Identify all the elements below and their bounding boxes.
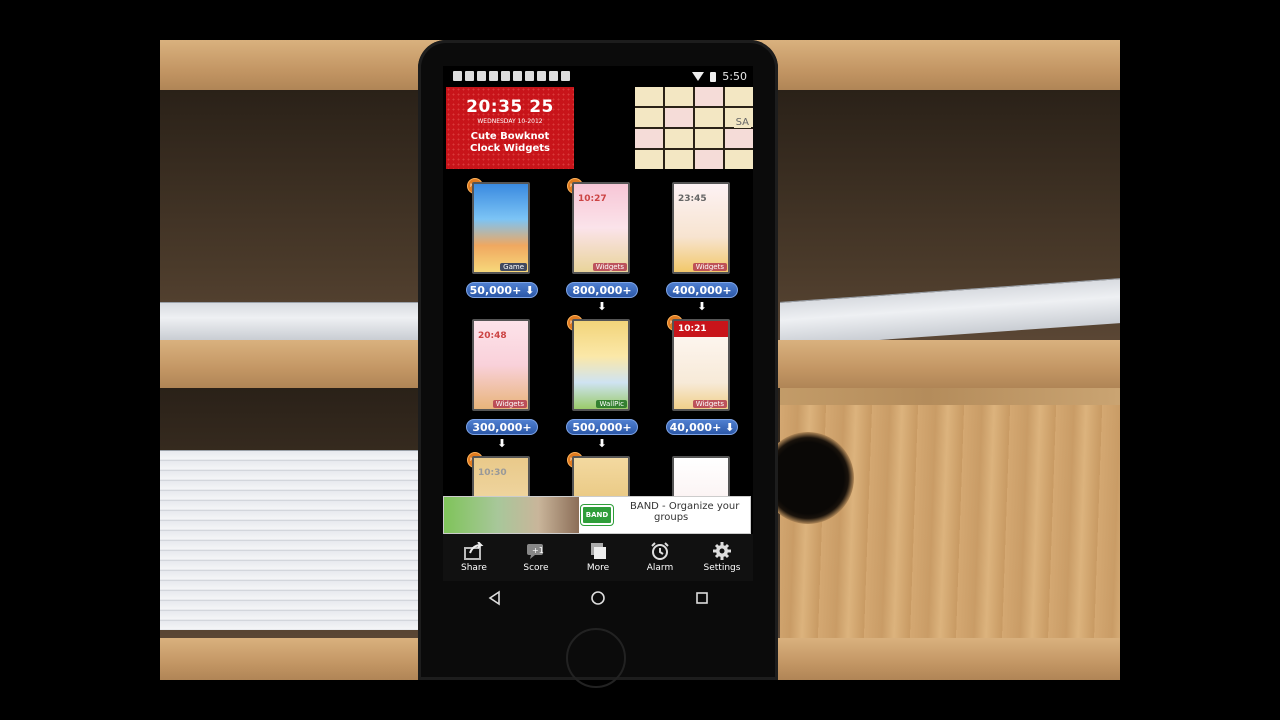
download-count: 40,000+ [669,421,722,434]
app-thumbnail: 10:30 [472,456,530,496]
app-item[interactable]: 23:45 Widgets 400,000+ ⬇ [650,178,746,313]
download-count: 300,000+ [472,421,532,434]
featured-grid-widget[interactable]: SA [635,87,753,169]
thumb-time: 10:30 [478,468,507,478]
app-thumbnail: 10:27 Widgets [572,182,630,274]
download-count: 400,000+ [672,284,732,297]
app-thumbnail: WallPic [572,319,630,411]
tools-icon [513,71,522,81]
widget-title-line1: Cute Bowknot [470,131,550,142]
download-count-badge: 800,000+ ⬇ [566,282,638,313]
download-icon [489,71,498,81]
featured-clock-widget[interactable]: 20:35 25 WEDNESDAY 10-2012 Cute Bowknot … [446,87,574,169]
download-count-badge: 300,000+ ⬇ [466,419,538,450]
settings-label: Settings [703,563,741,573]
app-thumbnail [672,456,730,496]
facebook-icon [453,71,462,81]
settings-button[interactable]: Settings [691,534,753,581]
download-count: 500,000+ [572,421,632,434]
recents-icon[interactable] [695,591,709,605]
app-tag: WallPic [596,400,627,408]
thumb-time: 10:27 [578,194,607,204]
score-label: Score [523,563,549,573]
app-item[interactable]: NEW Game 50,000+ ⬇ [450,178,546,308]
app-item[interactable]: NEW 10:21 Widgets 40,000+ ⬇ [650,315,746,445]
android-icon [537,71,546,81]
back-icon[interactable] [487,590,501,606]
more-icon [591,543,606,559]
app-thumbnail: 10:21 Widgets [672,319,730,411]
download-count-badge: 40,000+ ⬇ [666,419,738,435]
ad-logo: BAND [581,505,613,525]
app-item[interactable]: 20:48 Widgets 300,000+ ⬇ [450,315,546,450]
app-thumbnail [572,456,630,496]
phone-home-button [566,628,626,688]
grid-card-label: SA [733,117,751,128]
download-count-badge: 500,000+ ⬇ [566,419,638,450]
alarm-icon [651,542,669,560]
alarm-button[interactable]: Alarm [629,534,691,581]
share-icon [464,542,484,560]
download-count-badge: 400,000+ ⬇ [666,282,738,313]
gear-icon [713,542,731,560]
widget-title-line2: Clock Widgets [470,143,550,154]
share-button[interactable]: Share [443,534,505,581]
share-label: Share [461,563,487,573]
svg-text:+1: +1 [532,546,544,555]
ad-text: BAND - Organize your groups [630,501,750,523]
thumb-time: 23:45 [678,194,707,204]
app-item[interactable]: NEW 10:27 Widgets 800,000+ ⬇ [550,178,646,313]
app-tag: Widgets [592,263,627,271]
facebook-icon [465,71,474,81]
app-tag: Widgets [692,400,727,408]
app-item[interactable] [650,452,746,496]
widget-clock-time: 20:35 25 [446,97,574,117]
notification-icons [453,71,570,81]
notification-icon [477,71,486,81]
mail-icon [549,71,558,81]
battery-icon [710,71,717,82]
download-count: 50,000+ [469,284,522,297]
phone-screen: 5:50 20:35 25 WEDNESDAY 10-2012 Cute Bow… [443,66,753,581]
more-label: More [586,563,610,573]
home-icon[interactable] [590,590,606,606]
download-count: 800,000+ [572,284,632,297]
ad-text-line1: BAND - Organize your [630,501,740,512]
score-icon: +1 [527,544,544,559]
app-item[interactable]: NEW [550,452,646,496]
widget-title: Cute Bowknot Clock Widgets [446,131,574,155]
thumb-time: 10:21 [678,324,707,334]
widget-day: 25 [529,97,554,117]
app-thumbnail: Game [472,182,530,274]
app-tag: Widgets [492,400,527,408]
paper-stack-left [160,302,430,340]
ad-text-line2: groups [654,512,689,523]
paper-stack-bottom [160,450,430,630]
app-thumbnail: 20:48 Widgets [472,319,530,411]
lock-icon [525,71,534,81]
alarm-label: Alarm [646,563,674,573]
bottom-toolbar: Share +1 Score More Alarm Settings [443,534,753,581]
more-button[interactable]: More [567,534,629,581]
ad-image [444,497,579,533]
download-count-badge: 50,000+ ⬇ [466,282,538,298]
app-tag: Widgets [692,263,727,271]
alert-icon [501,71,510,81]
status-right: 5:50 [692,70,747,83]
app-item[interactable]: NEW WallPic 500,000+ ⬇ [550,315,646,450]
android-nav-bar [443,584,753,612]
status-time: 5:50 [722,70,747,83]
thumb-time: 20:48 [478,331,507,341]
ad-banner[interactable]: BAND BAND - Organize your groups [443,496,751,534]
score-button[interactable]: +1 Score [505,534,567,581]
app-thumbnail: 23:45 Widgets [672,182,730,274]
app-tag: Game [500,263,527,271]
grid-cells [635,87,753,169]
widget-date: WEDNESDAY 10-2012 [477,118,543,125]
briefcase-icon [561,71,570,81]
widget-time: 20:35 [466,97,523,117]
app-item[interactable]: NEW 10:30 [450,452,546,496]
wifi-icon [692,72,705,81]
status-bar: 5:50 [443,66,753,88]
